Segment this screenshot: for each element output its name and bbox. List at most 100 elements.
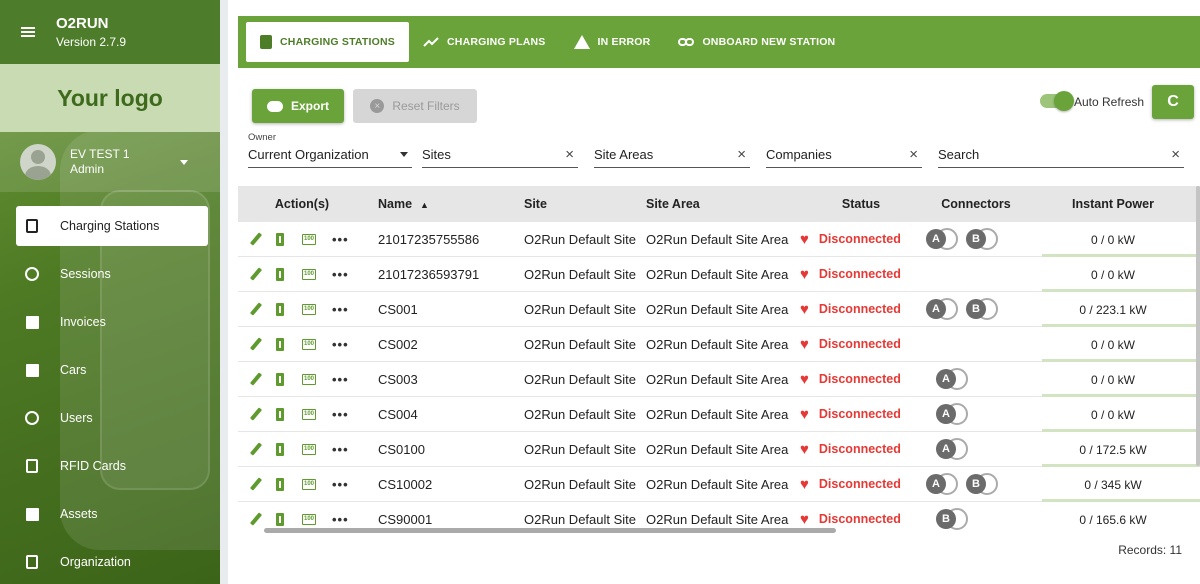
header-name[interactable]: Name ▲ xyxy=(366,197,524,211)
instant-power: 0 / 0 kW xyxy=(1090,407,1135,422)
dashboard-icon[interactable]: 100 xyxy=(302,443,316,455)
edit-icon[interactable] xyxy=(249,407,263,421)
connector-b[interactable]: B xyxy=(966,298,1000,320)
table-row[interactable]: 100 ••• 21017235755586 O2Run Default Site O2… xyxy=(238,222,1200,257)
logo[interactable]: Your logo xyxy=(0,64,220,132)
header-site[interactable]: Site xyxy=(524,197,646,211)
edit-icon[interactable] xyxy=(249,372,263,386)
horizontal-scrollbar[interactable] xyxy=(264,528,836,533)
status-badge: Disconnected xyxy=(818,267,901,281)
sidebar-item-charging-stations[interactable]: Charging Stations xyxy=(16,206,208,246)
charging-icon[interactable] xyxy=(276,337,284,351)
tab-charging-plans[interactable]: CHARGING PLANS xyxy=(409,22,559,62)
sidebar-item-invoices[interactable]: Invoices xyxy=(16,302,208,342)
more-icon[interactable]: ••• xyxy=(332,372,349,387)
connector-b[interactable]: B xyxy=(966,473,1000,495)
edit-icon[interactable] xyxy=(249,302,263,316)
more-icon[interactable]: ••• xyxy=(332,337,349,352)
table-row[interactable]: 100 ••• CS10002 O2Run Default Site O2Run Def… xyxy=(238,467,1200,502)
sidebar-item-label: Users xyxy=(60,411,93,425)
edit-icon[interactable] xyxy=(249,337,263,351)
edit-icon[interactable] xyxy=(249,442,263,456)
dashboard-icon[interactable]: 100 xyxy=(302,513,316,525)
sidebar-item-label: RFID Cards xyxy=(60,459,126,473)
charging-icon[interactable] xyxy=(276,442,284,456)
dashboard-icon[interactable]: 100 xyxy=(302,303,316,315)
owner-select[interactable]: Current Organization xyxy=(248,142,412,168)
charging-icon[interactable] xyxy=(276,477,284,491)
auto-refresh-toggle[interactable] xyxy=(1040,91,1074,111)
sidebar-item-users[interactable]: Users xyxy=(16,398,208,438)
table-row[interactable]: 100 ••• CS004 O2Run Default Site O2Run Defau… xyxy=(238,397,1200,432)
station-name: CS90001 xyxy=(378,511,433,527)
edit-icon[interactable] xyxy=(249,267,263,281)
more-icon[interactable]: ••• xyxy=(332,267,349,282)
close-icon[interactable]: × xyxy=(909,146,918,163)
sites-filter[interactable]: Sites × xyxy=(422,142,578,168)
charging-icon[interactable] xyxy=(276,302,284,316)
tab-in-error[interactable]: IN ERROR xyxy=(560,22,665,62)
dashboard-icon[interactable]: 100 xyxy=(302,478,316,490)
dashboard-icon[interactable]: 100 xyxy=(302,268,316,280)
tab-charging-stations[interactable]: CHARGING STATIONS xyxy=(246,22,410,62)
station-site-area: O2Run Default Site Area xyxy=(646,476,789,492)
more-icon[interactable]: ••• xyxy=(332,232,349,247)
tab-onboard-new-station[interactable]: ONBOARD NEW STATION xyxy=(664,22,849,62)
header-site-area[interactable]: Site Area xyxy=(646,197,796,211)
sidebar-item-assets[interactable]: Assets xyxy=(16,494,208,534)
sidebar-item-organization[interactable]: Organization xyxy=(16,542,208,582)
connector-b[interactable]: B xyxy=(966,228,1000,250)
more-icon[interactable]: ••• xyxy=(332,407,349,422)
station-site: O2Run Default Site xyxy=(524,476,637,492)
edit-icon[interactable] xyxy=(249,232,263,246)
connector-a[interactable]: A xyxy=(926,473,960,495)
edit-icon[interactable] xyxy=(249,512,263,526)
more-icon[interactable]: ••• xyxy=(332,477,349,492)
station-site: O2Run Default Site xyxy=(524,511,637,527)
sidebar-item-rfid-cards[interactable]: RFID Cards xyxy=(16,446,208,486)
table-row[interactable]: 100 ••• CS003 O2Run Default Site O2Run Defau… xyxy=(238,362,1200,397)
edit-icon[interactable] xyxy=(249,477,263,491)
sidebar-item-sessions[interactable]: Sessions xyxy=(16,254,208,294)
dashboard-icon[interactable]: 100 xyxy=(302,408,316,420)
status-badge: Disconnected xyxy=(818,512,901,526)
close-icon[interactable]: × xyxy=(737,146,746,163)
connector-a[interactable]: A xyxy=(926,228,960,250)
reset-filters-button[interactable]: × Reset Filters xyxy=(353,89,477,123)
dashboard-icon[interactable]: 100 xyxy=(302,373,316,385)
sidebar-item-cars[interactable]: Cars xyxy=(16,350,208,390)
user-menu[interactable]: EV TEST 1 Admin xyxy=(0,132,220,192)
vertical-scrollbar[interactable] xyxy=(1196,186,1200,466)
connector-a[interactable]: A xyxy=(926,298,960,320)
dashboard-icon[interactable]: 100 xyxy=(302,233,316,245)
charging-icon[interactable] xyxy=(276,372,284,386)
connector-a[interactable]: A xyxy=(936,368,970,390)
charging-icon[interactable] xyxy=(276,232,284,246)
badge-icon xyxy=(24,458,40,474)
charging-icon[interactable] xyxy=(276,512,284,526)
table-row[interactable]: 100 ••• CS002 O2Run Default Site O2Run Defau… xyxy=(238,327,1200,362)
refresh-button[interactable]: C xyxy=(1152,85,1194,119)
more-icon[interactable]: ••• xyxy=(332,512,349,527)
status-badge: Disconnected xyxy=(818,407,901,421)
connector-a[interactable]: A xyxy=(936,403,970,425)
close-icon[interactable]: × xyxy=(565,146,574,163)
table-row[interactable]: 100 ••• 21017236593791 O2Run Default Site O2… xyxy=(238,257,1200,292)
charging-icon[interactable] xyxy=(276,407,284,421)
charging-icon[interactable] xyxy=(276,267,284,281)
menu-icon[interactable] xyxy=(0,0,56,64)
connector-b[interactable]: B xyxy=(936,508,970,530)
more-icon[interactable]: ••• xyxy=(332,302,349,317)
search-input[interactable]: Search × xyxy=(938,142,1184,168)
close-icon[interactable]: × xyxy=(1171,146,1180,163)
trend-icon xyxy=(423,36,439,48)
chevron-down-icon[interactable] xyxy=(180,159,188,165)
more-icon[interactable]: ••• xyxy=(332,442,349,457)
site-areas-filter[interactable]: Site Areas × xyxy=(594,142,750,168)
connector-a[interactable]: A xyxy=(936,438,970,460)
table-row[interactable]: 100 ••• CS001 O2Run Default Site O2Run Defau… xyxy=(238,292,1200,327)
table-row[interactable]: 100 ••• CS0100 O2Run Default Site O2Run Defa… xyxy=(238,432,1200,467)
export-button[interactable]: Export xyxy=(252,89,344,123)
companies-filter[interactable]: Companies × xyxy=(766,142,922,168)
dashboard-icon[interactable]: 100 xyxy=(302,338,316,350)
